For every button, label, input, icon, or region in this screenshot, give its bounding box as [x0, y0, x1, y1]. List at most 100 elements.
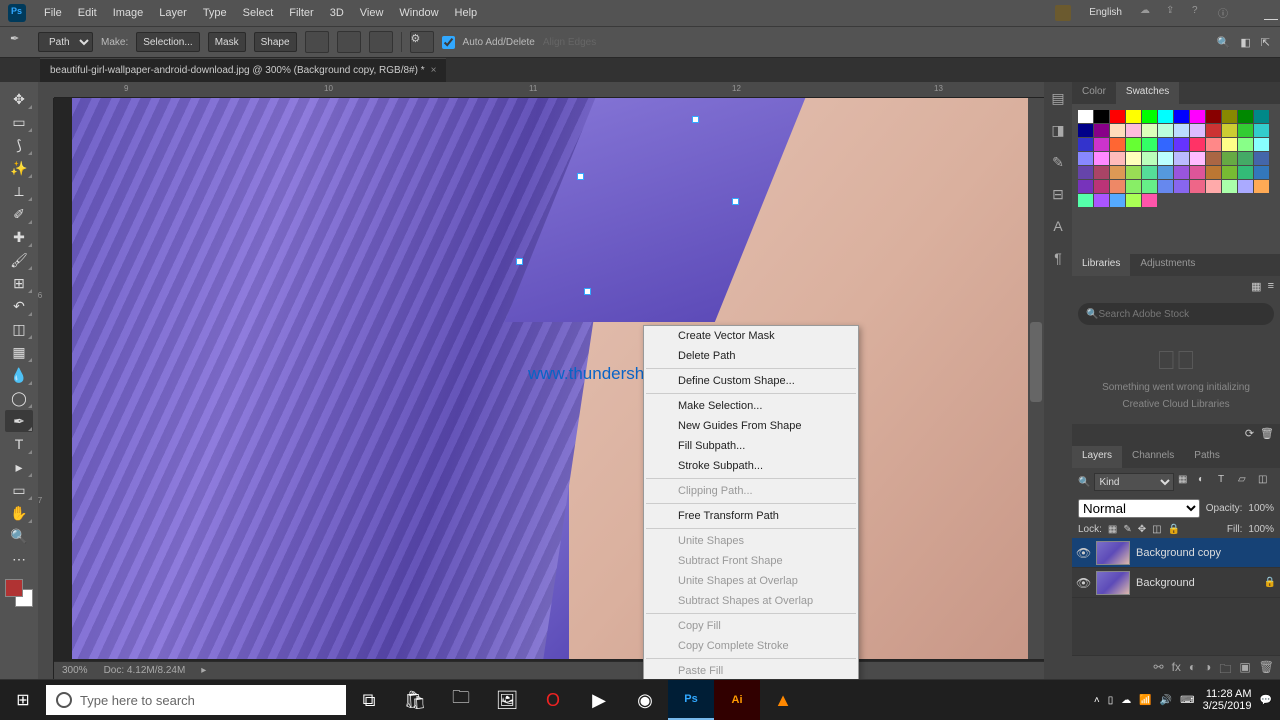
opacity-value[interactable]: 100%	[1248, 503, 1274, 514]
swatch[interactable]	[1078, 166, 1093, 179]
magic-wand-tool[interactable]: ✨	[5, 157, 33, 179]
shape-tool[interactable]: ▭	[5, 479, 33, 501]
crop-tool[interactable]: ⟂	[5, 180, 33, 202]
ctx-delete-path[interactable]: Delete Path	[644, 346, 858, 366]
layer-item[interactable]: 👁Background🔒	[1072, 568, 1280, 598]
lock-all-icon[interactable]: 🔒	[1168, 524, 1180, 535]
swatch[interactable]	[1078, 138, 1093, 151]
menu-type[interactable]: Type	[195, 0, 235, 26]
swatch[interactable]	[1142, 166, 1157, 179]
info-icon[interactable]: ⓘ	[1218, 5, 1234, 21]
swatch[interactable]	[1110, 138, 1125, 151]
tab-channels[interactable]: Channels	[1122, 446, 1184, 468]
clone-tool[interactable]: ⊞	[5, 272, 33, 294]
edit-toolbar[interactable]: ⋯	[5, 548, 33, 570]
ctx-define-custom-shape-[interactable]: Define Custom Shape...	[644, 371, 858, 391]
ruler-vertical[interactable]: 6 7	[38, 98, 54, 679]
swatch[interactable]	[1078, 152, 1093, 165]
swatch[interactable]	[1142, 138, 1157, 151]
menu-3d[interactable]: 3D	[322, 0, 352, 26]
swatch[interactable]	[1158, 110, 1173, 123]
swatch[interactable]	[1174, 124, 1189, 137]
hand-tool[interactable]: ✋	[5, 502, 33, 524]
lock-position-icon[interactable]: ✥	[1138, 524, 1146, 535]
swatch[interactable]	[1094, 166, 1109, 179]
illustrator-icon[interactable]: Ai	[714, 680, 760, 720]
menu-file[interactable]: File	[36, 0, 70, 26]
clone-source-icon[interactable]: ⊟	[1049, 186, 1067, 204]
history-brush-tool[interactable]: ↶	[5, 295, 33, 317]
task-view-icon[interactable]: ⧉	[346, 680, 392, 720]
swatch[interactable]	[1254, 124, 1269, 137]
move-tool[interactable]: ✥	[5, 88, 33, 110]
lock-artboard-icon[interactable]: ◫	[1152, 524, 1161, 535]
photos-icon[interactable]: 🖼	[484, 680, 530, 720]
swatch[interactable]	[1174, 180, 1189, 193]
store-icon[interactable]: 🛍	[392, 680, 438, 720]
brush-tool[interactable]: 🖌	[5, 249, 33, 271]
link-layers-icon[interactable]: ⚯	[1154, 660, 1164, 675]
swatch[interactable]	[1174, 138, 1189, 151]
swatch[interactable]	[1142, 124, 1157, 137]
tray-clock[interactable]: 11:28 AM 3/25/2019	[1203, 688, 1252, 712]
layer-thumbnail[interactable]	[1096, 541, 1130, 565]
menu-layer[interactable]: Layer	[151, 0, 195, 26]
layer-filter-kind[interactable]: Kind	[1094, 473, 1174, 491]
eyedropper-tool[interactable]: ✐	[5, 203, 33, 225]
explorer-icon[interactable]: 🗀	[438, 680, 484, 720]
swatch[interactable]	[1126, 166, 1141, 179]
tray-onedrive-icon[interactable]: ☁	[1121, 695, 1131, 706]
swatch[interactable]	[1158, 180, 1173, 193]
menu-edit[interactable]: Edit	[70, 0, 105, 26]
swatch[interactable]	[1094, 110, 1109, 123]
layer-thumbnail[interactable]	[1096, 571, 1130, 595]
swatch[interactable]	[1126, 194, 1141, 207]
movies-icon[interactable]: ▶	[576, 680, 622, 720]
swatch[interactable]	[1110, 124, 1125, 137]
swatch[interactable]	[1190, 166, 1205, 179]
layer-fx-icon[interactable]: fx	[1172, 660, 1181, 675]
ruler-origin[interactable]	[38, 82, 54, 98]
delete-layer-icon[interactable]: 🗑	[1259, 660, 1274, 675]
swatch[interactable]	[1190, 152, 1205, 165]
swatch[interactable]	[1174, 152, 1189, 165]
lib-delete-icon[interactable]: 🗑	[1260, 427, 1274, 443]
tab-swatches[interactable]: Swatches	[1116, 82, 1179, 104]
path-anchor[interactable]	[577, 173, 584, 180]
swatch[interactable]	[1238, 138, 1253, 151]
layer-name[interactable]: Background copy	[1136, 547, 1221, 559]
swatch[interactable]	[1174, 166, 1189, 179]
path-select-tool[interactable]: ▸	[5, 456, 33, 478]
ctx-new-guides-from-shape[interactable]: New Guides From Shape	[644, 416, 858, 436]
window-minimize[interactable]: —	[1256, 5, 1280, 21]
swatch[interactable]	[1078, 180, 1093, 193]
path-mode-select[interactable]: Path	[38, 32, 93, 52]
menu-help[interactable]: Help	[447, 0, 486, 26]
filter-icon[interactable]: 🔍	[1078, 477, 1090, 488]
swatch[interactable]	[1206, 124, 1221, 137]
pen-tool[interactable]: ✒	[5, 410, 33, 432]
swatch[interactable]	[1158, 124, 1173, 137]
swatch[interactable]	[1078, 110, 1093, 123]
swatch[interactable]	[1158, 166, 1173, 179]
layer-mask-icon[interactable]: ◐	[1189, 660, 1196, 675]
swatch[interactable]	[1190, 138, 1205, 151]
document-tab[interactable]: beautiful-girl-wallpaper-android-downloa…	[40, 58, 446, 82]
swatch[interactable]	[1222, 166, 1237, 179]
adjustment-layer-icon[interactable]: ◑	[1204, 660, 1211, 675]
tray-wifi-icon[interactable]: 📶	[1139, 695, 1151, 706]
blur-tool[interactable]: 💧	[5, 364, 33, 386]
filter-shape-icon[interactable]: ▱	[1238, 474, 1254, 490]
swatch[interactable]	[1222, 124, 1237, 137]
lasso-tool[interactable]: ⟆	[5, 134, 33, 156]
swatch[interactable]	[1126, 152, 1141, 165]
swatch[interactable]	[1142, 110, 1157, 123]
visibility-icon[interactable]: 👁	[1076, 576, 1090, 590]
ruler-horizontal[interactable]: 9 10 11 12 13	[54, 82, 1044, 98]
make-shape-button[interactable]: Shape	[254, 32, 297, 52]
layer-name[interactable]: Background	[1136, 577, 1195, 589]
color-swatches[interactable]	[5, 579, 33, 607]
tab-paths[interactable]: Paths	[1184, 446, 1230, 468]
swatch[interactable]	[1238, 152, 1253, 165]
swatch[interactable]	[1238, 124, 1253, 137]
